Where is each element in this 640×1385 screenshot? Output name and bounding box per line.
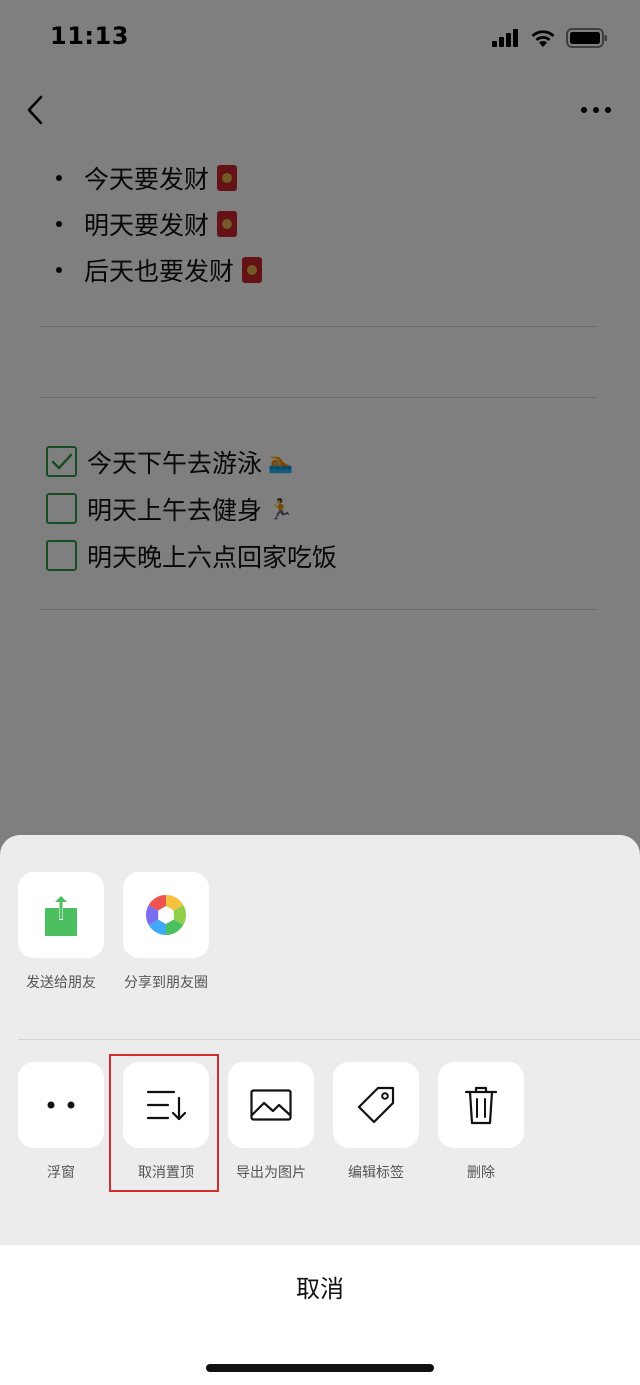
float-window-dots-icon [47, 1101, 75, 1109]
action-label: 删除 [467, 1165, 495, 1181]
export-image-button[interactable]: 导出为图片 [228, 1062, 314, 1182]
action-sheet: 发送给朋友 分享到朋友圈 浮窗 取消置顶 导出为图片 编辑标签 删除 取消 [0, 835, 640, 1385]
edit-tags-button[interactable]: 编辑标签 [333, 1062, 419, 1182]
home-indicator[interactable] [206, 1364, 434, 1372]
action-label: 导出为图片 [236, 1165, 306, 1181]
send-to-friend-button[interactable]: 发送给朋友 [18, 872, 104, 992]
share-actions-row: 发送给朋友 分享到朋友圈 [18, 872, 209, 992]
share-upload-icon [45, 894, 77, 936]
delete-button[interactable]: 删除 [438, 1062, 524, 1182]
action-tile[interactable] [333, 1062, 419, 1148]
action-tile[interactable] [123, 872, 209, 958]
image-icon [250, 1089, 292, 1121]
cancel-button[interactable]: 取消 [0, 1245, 640, 1327]
more-actions-row: 浮窗 取消置顶 导出为图片 编辑标签 删除 [18, 1062, 524, 1182]
share-to-moments-button[interactable]: 分享到朋友圈 [123, 872, 209, 992]
action-tile[interactable] [18, 1062, 104, 1148]
action-tile[interactable] [228, 1062, 314, 1148]
cancel-area: 取消 [0, 1245, 640, 1385]
action-tile[interactable] [438, 1062, 524, 1148]
highlight-annotation [109, 1054, 219, 1192]
action-label: 浮窗 [47, 1165, 75, 1181]
trash-icon [464, 1086, 498, 1125]
tag-icon [357, 1086, 395, 1124]
action-label: 编辑标签 [348, 1165, 404, 1181]
action-label: 发送给朋友 [26, 975, 96, 991]
action-label: 分享到朋友圈 [124, 975, 208, 991]
action-tile[interactable] [18, 872, 104, 958]
sheet-divider [18, 1039, 640, 1040]
moments-aperture-icon [146, 895, 186, 935]
float-window-button[interactable]: 浮窗 [18, 1062, 104, 1182]
